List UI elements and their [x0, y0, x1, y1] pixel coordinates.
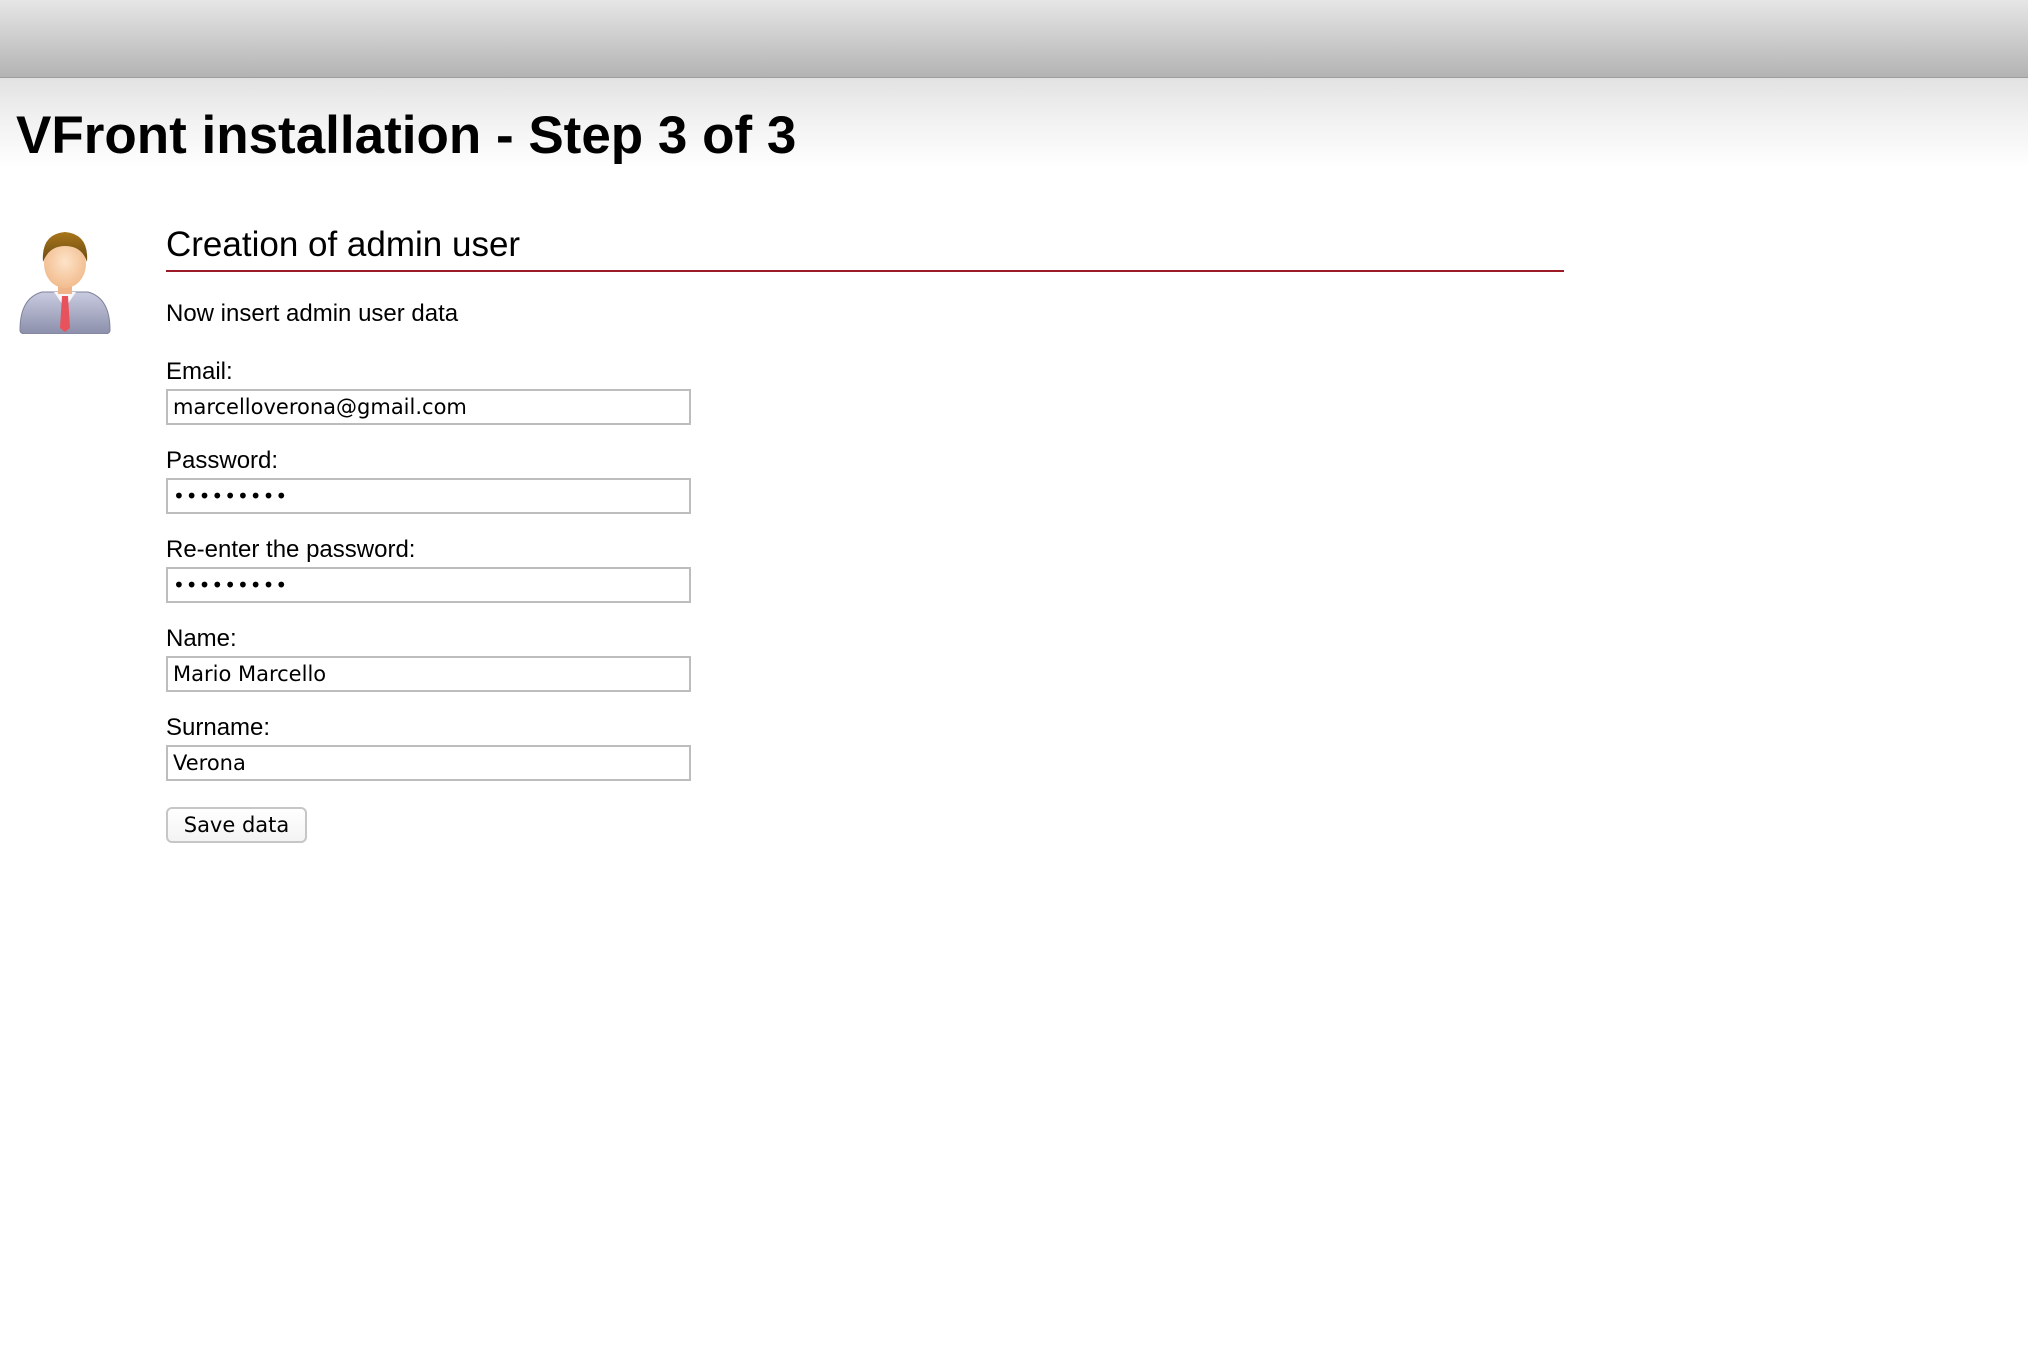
name-field-group: Name: [166, 625, 1564, 692]
page-title: VFront installation - Step 3 of 3 [16, 106, 797, 165]
password-field-group: Password: [166, 447, 1564, 514]
password-label: Password: [166, 447, 279, 474]
name-label: Name: [166, 625, 237, 652]
password-confirm-field-group: Re-enter the password: [166, 536, 1564, 603]
password-confirm-label: Re-enter the password: [166, 536, 416, 563]
email-label: Email: [166, 358, 233, 385]
top-bar [0, 0, 2028, 78]
surname-field[interactable] [166, 745, 691, 781]
name-field[interactable] [166, 656, 691, 692]
email-field-group: Email: [166, 358, 1564, 425]
section-title: Creation of admin user [166, 222, 1564, 272]
surname-field-group: Surname: [166, 714, 1564, 781]
password-confirm-field[interactable] [166, 567, 691, 603]
admin-user-icon [16, 224, 114, 335]
password-field[interactable] [166, 478, 691, 514]
save-button[interactable]: Save data [166, 807, 307, 843]
email-field[interactable] [166, 389, 691, 425]
admin-user-section: Creation of admin user Now insert admin … [166, 222, 1564, 843]
surname-label: Surname: [166, 714, 271, 741]
intro-text: Now insert admin user data [166, 300, 459, 327]
